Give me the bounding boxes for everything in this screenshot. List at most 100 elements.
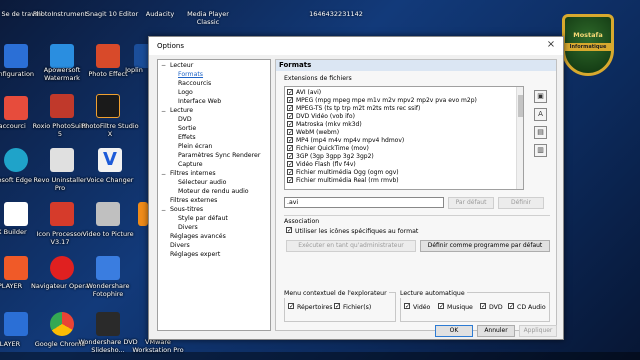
extension-input[interactable]: .avi: [284, 197, 444, 208]
ctx-files-option[interactable]: ✓ Fichier(s): [334, 303, 371, 312]
roxio-icon[interactable]: [50, 94, 74, 118]
checkbox[interactable]: ✓: [508, 303, 514, 310]
checkbox[interactable]: ✓: [287, 88, 293, 95]
format-label: 3GP (3gp 3gpp 3g2 3gp2): [296, 153, 374, 160]
checkbox[interactable]: ✓: [287, 120, 293, 127]
checkbox[interactable]: ✓: [438, 303, 444, 310]
desktop-icon-label[interactable]: Wondershare Fotophire: [78, 282, 138, 298]
auto-dvd-label: DVD: [489, 304, 503, 311]
tree-item-reglages-avances[interactable]: Réglages avancés: [170, 233, 226, 241]
set-default-program-button[interactable]: Définir comme programme par défaut: [420, 240, 550, 252]
tree-item-interface-web[interactable]: Interface Web: [178, 98, 221, 106]
desktop-icon-label[interactable]: PhotoFiltre Studio X: [80, 122, 140, 138]
voice-changer-icon[interactable]: V: [98, 148, 122, 172]
collapse-icon[interactable]: −: [161, 208, 167, 214]
desktop-icon-label[interactable]: Media Player Classic: [178, 10, 238, 26]
tree-item-sous-titres[interactable]: Sous-titres: [170, 206, 203, 214]
tree-item-filtres-externes[interactable]: Filtres externes: [170, 197, 217, 205]
tree-item-lecteur[interactable]: Lecteur: [170, 62, 193, 70]
tree-item-effets[interactable]: Effets: [178, 134, 196, 142]
foxit-icon[interactable]: [138, 202, 148, 226]
shortcut-icon[interactable]: [4, 96, 28, 120]
tree-item-sortie[interactable]: Sortie: [178, 125, 196, 133]
desktop-icon-label[interactable]: PhotoInstrument: [30, 10, 90, 18]
tree-item-divers[interactable]: Divers: [170, 242, 190, 250]
checkbox[interactable]: ✓: [334, 303, 340, 310]
checkbox[interactable]: ✓: [287, 144, 293, 151]
auto-cd-option[interactable]: ✓ CD Audio: [508, 303, 546, 312]
checkbox[interactable]: ✓: [287, 96, 293, 103]
close-icon[interactable]: ×: [545, 39, 557, 51]
video-formats-icon[interactable]: ▤: [534, 126, 547, 139]
tree-item-divers-st[interactable]: Divers: [178, 224, 198, 232]
checkbox[interactable]: ✓: [404, 303, 410, 310]
auto-music-option[interactable]: ✓ Musique: [438, 303, 473, 312]
chrome-icon[interactable]: [50, 312, 74, 336]
tree-item-style-defaut[interactable]: Style par défaut: [178, 215, 228, 223]
tree-item-filtres-internes[interactable]: Filtres internes: [170, 170, 216, 178]
checkbox[interactable]: ✓: [287, 112, 293, 119]
player-shortcut-icon[interactable]: [4, 312, 28, 336]
list-item[interactable]: ✓ Fichier multimédia Real (rm rmvb): [287, 176, 399, 185]
checkbox[interactable]: ✓: [287, 136, 293, 143]
auto-video-option[interactable]: ✓ Vidéo: [404, 303, 430, 312]
settings-icon[interactable]: [4, 44, 28, 68]
edge-icon[interactable]: [4, 148, 28, 172]
tree-item-moteur-rendu-audio[interactable]: Moteur de rendu audio: [178, 188, 249, 196]
opera-icon[interactable]: [50, 256, 74, 280]
checkbox[interactable]: ✓: [287, 176, 293, 183]
watermark-icon[interactable]: [50, 44, 74, 68]
desktop-icon-label[interactable]: 1646432231142: [306, 10, 366, 18]
audio-formats-icon[interactable]: A: [534, 108, 547, 121]
photo-effect-icon[interactable]: [96, 44, 120, 68]
apply-button[interactable]: Appliquer: [519, 325, 557, 337]
tree-item-capture[interactable]: Capture: [178, 161, 203, 169]
icon-processor-icon[interactable]: [50, 202, 74, 226]
checkbox[interactable]: ✓: [287, 104, 293, 111]
checkbox[interactable]: ✓: [287, 128, 293, 135]
autoplay-label: Lecture automatique: [400, 290, 467, 298]
video-to-picture-icon[interactable]: [96, 202, 120, 226]
checkbox[interactable]: ✓: [287, 160, 293, 167]
checkbox[interactable]: ✓: [288, 303, 294, 310]
revo-uninstaller-icon[interactable]: [50, 148, 74, 172]
tree-item-sync-renderer[interactable]: Paramètres Sync Renderer: [178, 152, 260, 160]
formats-list[interactable]: ✓ AVI (avi) ✓ MPEG (mpg mpeg mpe m1v m2v m…: [284, 86, 524, 190]
scrollbar-thumb[interactable]: [518, 95, 523, 117]
select-all-icon[interactable]: ▣: [534, 90, 547, 103]
list-scrollbar[interactable]: [516, 87, 523, 189]
use-icons-option[interactable]: ✓ Utiliser les icônes spécifiques au form…: [286, 227, 418, 236]
player-icon[interactable]: [4, 256, 28, 280]
desktop-icon-label[interactable]: Joplin: [120, 66, 148, 74]
fotophire-icon[interactable]: [96, 256, 120, 280]
auto-dvd-option[interactable]: ✓ DVD: [480, 303, 503, 312]
desktop-icon-label[interactable]: Video to Picture: [78, 230, 138, 238]
tree-item-formats[interactable]: Formats: [178, 71, 203, 79]
dvd-slideshow-icon[interactable]: [96, 312, 120, 336]
define-button[interactable]: Définir: [498, 197, 544, 209]
collapse-icon[interactable]: −: [161, 109, 167, 115]
desktop-icon-label[interactable]: Voice Changer: [80, 176, 140, 184]
tree-item-reglages-expert[interactable]: Réglages expert: [170, 251, 220, 259]
default-button[interactable]: Par défaut: [448, 197, 494, 209]
checkbox[interactable]: ✓: [480, 303, 486, 310]
collapse-icon[interactable]: −: [161, 172, 167, 178]
ctx-directories-option[interactable]: ✓ Répertoires: [288, 303, 332, 312]
ok-button[interactable]: OK: [435, 325, 473, 337]
checkbox[interactable]: ✓: [287, 168, 293, 175]
tree-item-dvd[interactable]: DVD: [178, 116, 192, 124]
tree-item-raccourcis[interactable]: Raccourcis: [178, 80, 211, 88]
cancel-button[interactable]: Annuler: [477, 325, 515, 337]
photofiltre-icon[interactable]: [96, 94, 120, 118]
tree-item-lecture[interactable]: Lecture: [170, 107, 193, 115]
tree-item-logo[interactable]: Logo: [178, 89, 193, 97]
fx-builder-icon[interactable]: [4, 202, 28, 226]
run-as-admin-button[interactable]: Exécuter en tant qu'administrateur: [286, 240, 416, 252]
clear-all-icon[interactable]: ▥: [534, 144, 547, 157]
checkbox[interactable]: ✓: [287, 152, 293, 159]
tree-item-selecteur-audio[interactable]: Sélecteur audio: [178, 179, 226, 187]
collapse-icon[interactable]: −: [161, 63, 167, 69]
checkbox[interactable]: ✓: [286, 227, 292, 234]
tree-item-plein-ecran[interactable]: Plein écran: [178, 143, 212, 151]
formats-panel: Formats Extensions de fichiers ✓ AVI (avi…: [275, 59, 557, 331]
